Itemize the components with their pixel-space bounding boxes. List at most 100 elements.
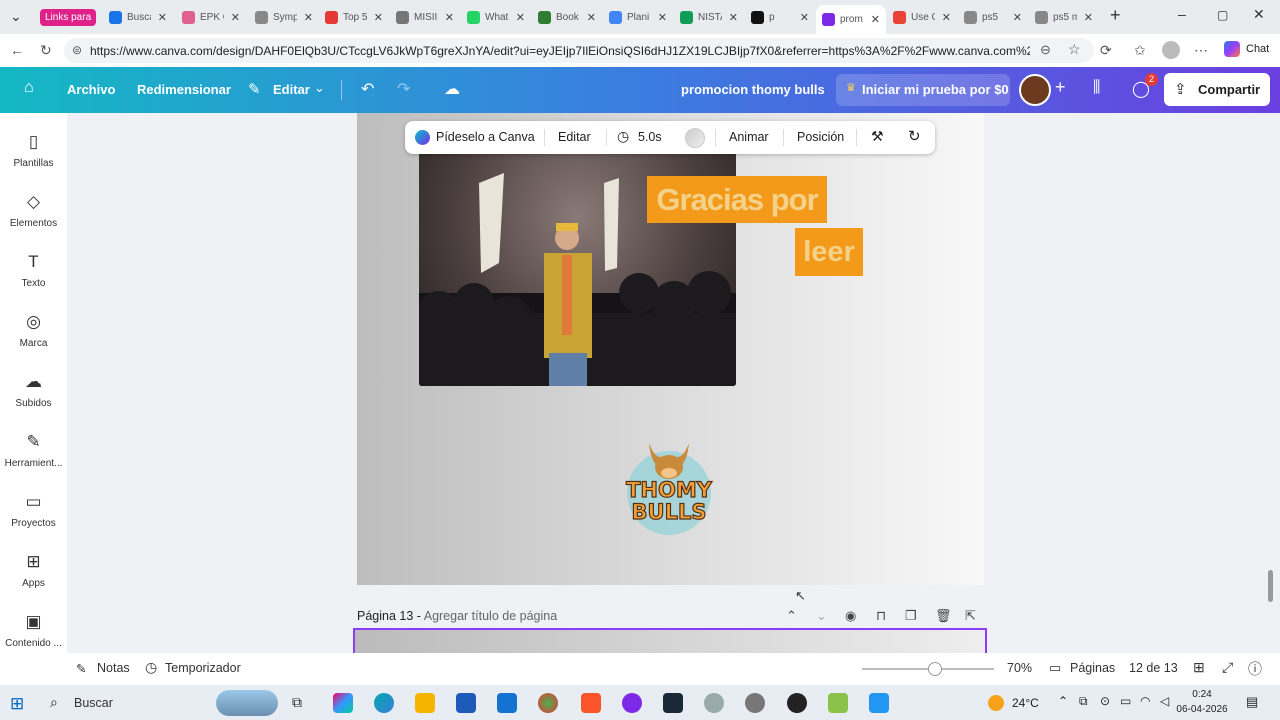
tab-close-icon[interactable]: ✕	[445, 11, 454, 24]
task-view-icon[interactable]: ⧉	[292, 694, 302, 711]
edit-button[interactable]: Editar	[558, 130, 591, 144]
browser-tab[interactable]: What ✕	[461, 5, 531, 29]
browser-tab[interactable]: Top 5 ✕	[319, 5, 389, 29]
home-icon[interactable]: ⌂	[24, 79, 34, 97]
new-tab-icon[interactable]: +	[1110, 5, 1121, 26]
thanks-text-line-2[interactable]: leer	[795, 228, 863, 276]
insights-icon[interactable]: ⫼	[1093, 79, 1100, 97]
chevron-down-icon[interactable]: ⌄	[314, 80, 325, 96]
tab-close-icon[interactable]: ✕	[658, 11, 667, 24]
zoom-slider[interactable]	[862, 662, 994, 676]
brave-icon[interactable]	[581, 693, 601, 713]
discord-icon[interactable]	[622, 693, 642, 713]
reload-icon[interactable]: ↻	[40, 42, 52, 59]
browser-tab[interactable]: Busca ✕	[103, 5, 173, 29]
browser-tab[interactable]: Symp ✕	[249, 5, 319, 29]
ask-canva-button[interactable]: Pídeselo a Canva	[436, 130, 535, 144]
browser-tab[interactable]: MISII ✕	[390, 5, 460, 29]
chrome-icon[interactable]	[538, 693, 558, 713]
animate-button[interactable]: Animar	[729, 130, 769, 144]
add-page-icon[interactable]: ⇱	[965, 608, 976, 624]
more-options-icon[interactable]: ↻	[908, 127, 921, 145]
keyboard-icon[interactable]: ▭	[1120, 694, 1131, 708]
profile-icon[interactable]	[1162, 41, 1180, 59]
edit-menu[interactable]: Editar	[273, 82, 310, 97]
tab-close-icon[interactable]: ✕	[304, 11, 313, 24]
copilot-icon[interactable]	[1224, 41, 1240, 57]
site-info-icon[interactable]: ⊜	[72, 43, 82, 57]
move-down-icon[interactable]: ⌄	[816, 608, 827, 624]
maximize-icon[interactable]: ▢	[1217, 8, 1228, 22]
browser-tab[interactable]: ps5 ✕	[958, 5, 1028, 29]
browser-tab[interactable]: ps5 m ✕	[1029, 5, 1099, 29]
add-collaborator-icon[interactable]: +	[1055, 77, 1066, 98]
more-menu-icon[interactable]: ⋯	[1194, 42, 1208, 59]
browser-tab[interactable]: ÑISTA ✕	[674, 5, 744, 29]
tab-close-icon[interactable]: ✕	[158, 11, 167, 24]
wifi-icon[interactable]: ◠	[1140, 694, 1150, 708]
clock-date[interactable]: 06-04-2026	[1172, 704, 1232, 715]
lock-icon[interactable]: ⊓	[876, 608, 886, 624]
tab-close-icon[interactable]: ✕	[942, 11, 951, 24]
redo-icon[interactable]: ↷	[397, 79, 410, 99]
favorites-icon[interactable]: ✩	[1134, 42, 1146, 59]
resize-menu[interactable]: Redimensionar	[137, 82, 231, 97]
tab-close-icon[interactable]: ✕	[1084, 11, 1093, 24]
app-icon[interactable]	[745, 693, 765, 713]
delete-icon[interactable]: 🗑︎	[935, 608, 952, 624]
bookmark-star-icon[interactable]: ☆	[1068, 41, 1081, 58]
tray-chevron-icon[interactable]: ⌃	[1058, 694, 1068, 708]
tab-close-icon[interactable]: ✕	[729, 11, 738, 24]
paint-format-icon[interactable]: ⚒	[871, 128, 884, 145]
sidebar-item[interactable]: ▭ Proyectos	[0, 491, 67, 529]
app-icon[interactable]	[787, 693, 807, 713]
app-icon[interactable]	[704, 693, 724, 713]
pages-button[interactable]: Páginas	[1070, 661, 1115, 675]
tab-group-label[interactable]: Links para	[40, 9, 97, 26]
speaker-icon[interactable]: ◁	[1160, 694, 1169, 708]
vertical-scrollbar[interactable]	[1268, 570, 1273, 602]
sidebar-item[interactable]: ✎ Herramient...	[0, 431, 67, 469]
browser-tab[interactable]: p ✕	[745, 5, 815, 29]
tab-search-icon[interactable]: ⌄	[10, 8, 22, 25]
duplicate-icon[interactable]: ❐	[905, 608, 917, 624]
page-title-placeholder[interactable]: Agregar título de página	[424, 609, 557, 623]
share-button[interactable]: ⇪ Compartir	[1164, 73, 1270, 106]
browser-tab[interactable]: Use C ✕	[887, 5, 957, 29]
copilot-app-icon[interactable]	[333, 693, 353, 713]
file-explorer-icon[interactable]	[415, 693, 435, 713]
design-title[interactable]: promocion thomy bulls	[681, 82, 825, 97]
sidebar-item[interactable]: ◎ Marca	[0, 311, 67, 349]
duration-button[interactable]: 5.0s	[638, 130, 662, 144]
fullscreen-icon[interactable]: ⤢	[1222, 659, 1233, 676]
sidebar-item[interactable]: ▣ Contenido ...	[0, 611, 67, 649]
position-button[interactable]: Posición	[797, 130, 844, 144]
tab-close-icon[interactable]: ✕	[587, 11, 596, 24]
chat-label[interactable]: Chat	[1246, 43, 1269, 55]
clock-time[interactable]: 0:24	[1178, 689, 1226, 700]
store-icon[interactable]	[456, 693, 476, 713]
move-up-icon[interactable]: ⌃	[786, 608, 797, 624]
sidebar-item[interactable]: T Texto	[0, 251, 67, 289]
tab-close-icon[interactable]: ✕	[800, 11, 809, 24]
color-swatch[interactable]	[685, 128, 705, 148]
next-page-header[interactable]: Página 13 - Agregar título de página	[357, 609, 557, 623]
extensions-icon[interactable]: ⟳	[1100, 42, 1112, 59]
browser-tab[interactable]: Book ✕	[532, 5, 602, 29]
sidebar-item[interactable]: ▯ Plantillas	[0, 131, 67, 169]
reader-icon[interactable]: ⊖	[1040, 42, 1051, 58]
grid-view-icon[interactable]: ⊞	[1193, 659, 1205, 676]
sidebar-item[interactable]: ☁ Subidos	[0, 371, 67, 409]
tab-close-icon[interactable]: ✕	[374, 11, 383, 24]
app-icon[interactable]	[828, 693, 848, 713]
weather-temp[interactable]: 24°C	[1012, 696, 1039, 710]
windows-start-icon[interactable]: ⊞	[10, 694, 24, 714]
outlook-icon[interactable]	[497, 693, 517, 713]
undo-icon[interactable]: ↶	[361, 79, 374, 99]
avatar[interactable]	[1019, 74, 1051, 106]
tab-close-icon[interactable]: ✕	[1013, 11, 1022, 24]
tab-close-icon[interactable]: ✕	[516, 11, 525, 24]
help-icon[interactable]: ⓘ	[1248, 659, 1262, 679]
timer-button[interactable]: Temporizador	[165, 661, 241, 675]
tray-app-icon[interactable]: ⧉	[1079, 694, 1088, 709]
